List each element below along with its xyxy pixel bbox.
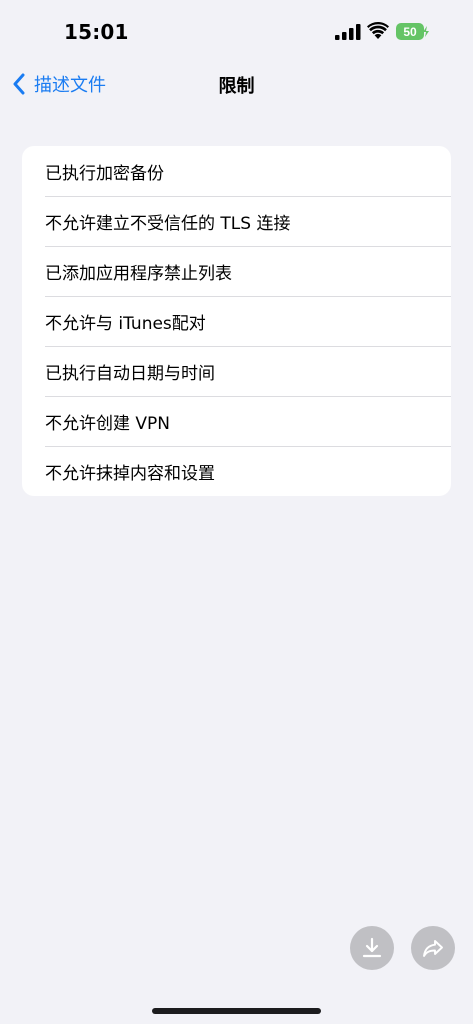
restrictions-list: 已执行加密备份 不允许建立不受信任的 TLS 连接 已添加应用程序禁止列表 不允… [22, 146, 451, 496]
page-title: 限制 [218, 76, 255, 97]
list-item: 已执行自动日期与时间 [22, 346, 451, 396]
signal-icon [335, 24, 361, 40]
home-indicator[interactable] [152, 1008, 321, 1014]
list-item: 不允许创建 VPN [22, 396, 451, 446]
list-item: 已执行加密备份 [45, 163, 164, 184]
screen: 15:01 50 描述文件 限制 已执行加密备份 不允许建立不受信任的 TLS … [0, 0, 473, 1024]
battery-icon: 50 [396, 23, 430, 40]
download-button[interactable] [350, 926, 394, 970]
status-time: 15:01 [64, 20, 129, 44]
list-item: 不允许与 iTunes配对 [22, 296, 451, 346]
download-icon [362, 937, 382, 958]
battery-level: 50 [396, 23, 424, 40]
charging-bolt-icon [423, 26, 429, 37]
status-bar: 15:01 50 [0, 0, 473, 62]
list-item: 不允许建立不受信任的 TLS 连接 [22, 196, 451, 246]
nav-bar: 描述文件 限制 [0, 62, 473, 106]
list-item: 不允许抹掉内容和设置 [22, 446, 451, 496]
share-button[interactable] [411, 926, 455, 970]
wifi-icon [367, 22, 389, 39]
share-icon [423, 940, 443, 957]
list-item: 已添加应用程序禁止列表 [22, 246, 451, 296]
